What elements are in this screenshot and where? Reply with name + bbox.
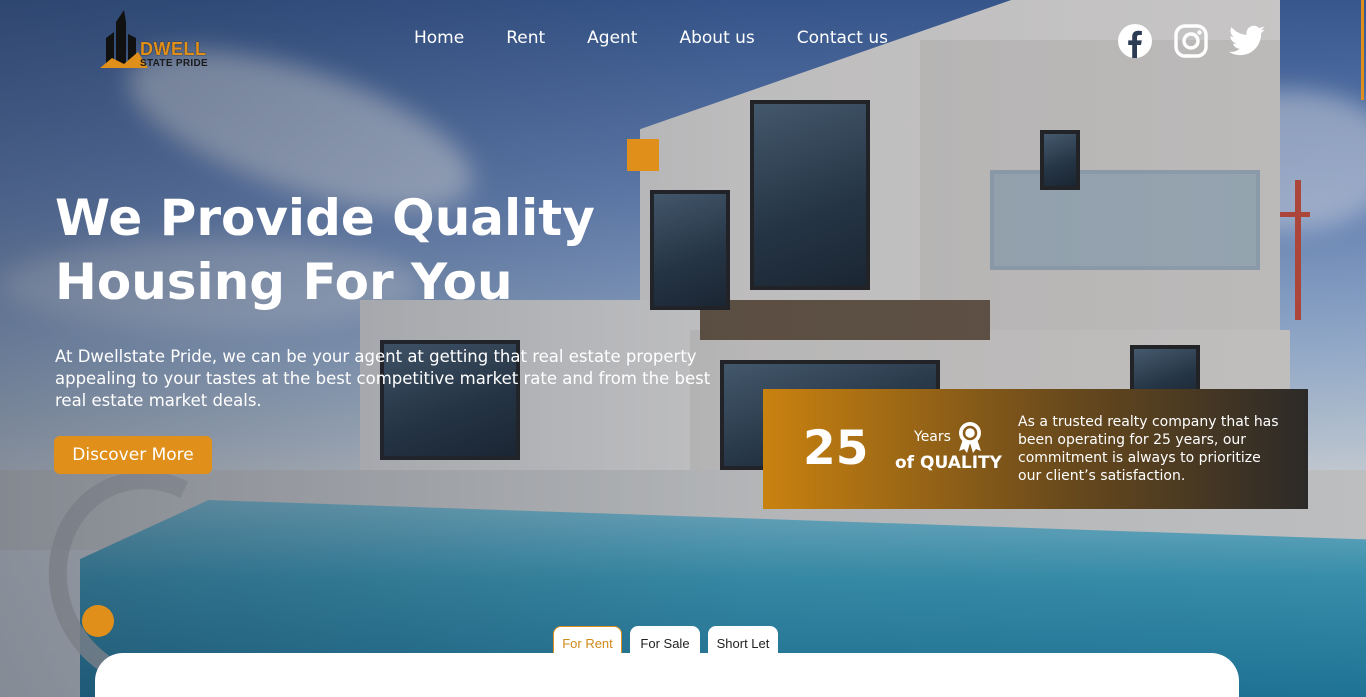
nav-home[interactable]: Home xyxy=(414,28,464,48)
main-nav: Home Rent Agent About us Contact us xyxy=(414,28,888,48)
discover-more-button[interactable]: Discover More xyxy=(54,436,212,474)
nav-agent[interactable]: Agent xyxy=(587,28,637,48)
stats-description: As a trusted realty company that has bee… xyxy=(1018,414,1279,484)
brand-logo[interactable]: DWELL STATE PRIDE xyxy=(100,8,220,72)
hero-headline: We Provide Quality Housing For You xyxy=(55,189,595,311)
stats-card: 25 Years of QUALITY As a trusted realty … xyxy=(763,389,1308,509)
years-number: 25 xyxy=(803,421,869,476)
facebook-icon[interactable] xyxy=(1116,22,1154,60)
nav-rent[interactable]: Rent xyxy=(506,28,545,48)
nav-contact-us[interactable]: Contact us xyxy=(797,28,888,48)
quality-label: of QUALITY xyxy=(895,453,1002,473)
logo-subline: STATE PRIDE xyxy=(140,58,208,69)
nav-about-us[interactable]: About us xyxy=(679,28,754,48)
award-ribbon-icon xyxy=(959,422,981,453)
decorative-square xyxy=(627,139,659,171)
years-label: Years xyxy=(914,429,951,445)
scrollbar-indicator[interactable] xyxy=(1361,0,1364,100)
twitter-icon[interactable] xyxy=(1228,22,1266,60)
logo-wordmark: DWELL xyxy=(140,39,207,59)
instagram-icon[interactable] xyxy=(1172,22,1210,60)
search-panel xyxy=(95,653,1239,697)
hero-subtext: At Dwellstate Pride, we can be your agen… xyxy=(55,347,711,410)
decorative-dot xyxy=(82,605,114,637)
